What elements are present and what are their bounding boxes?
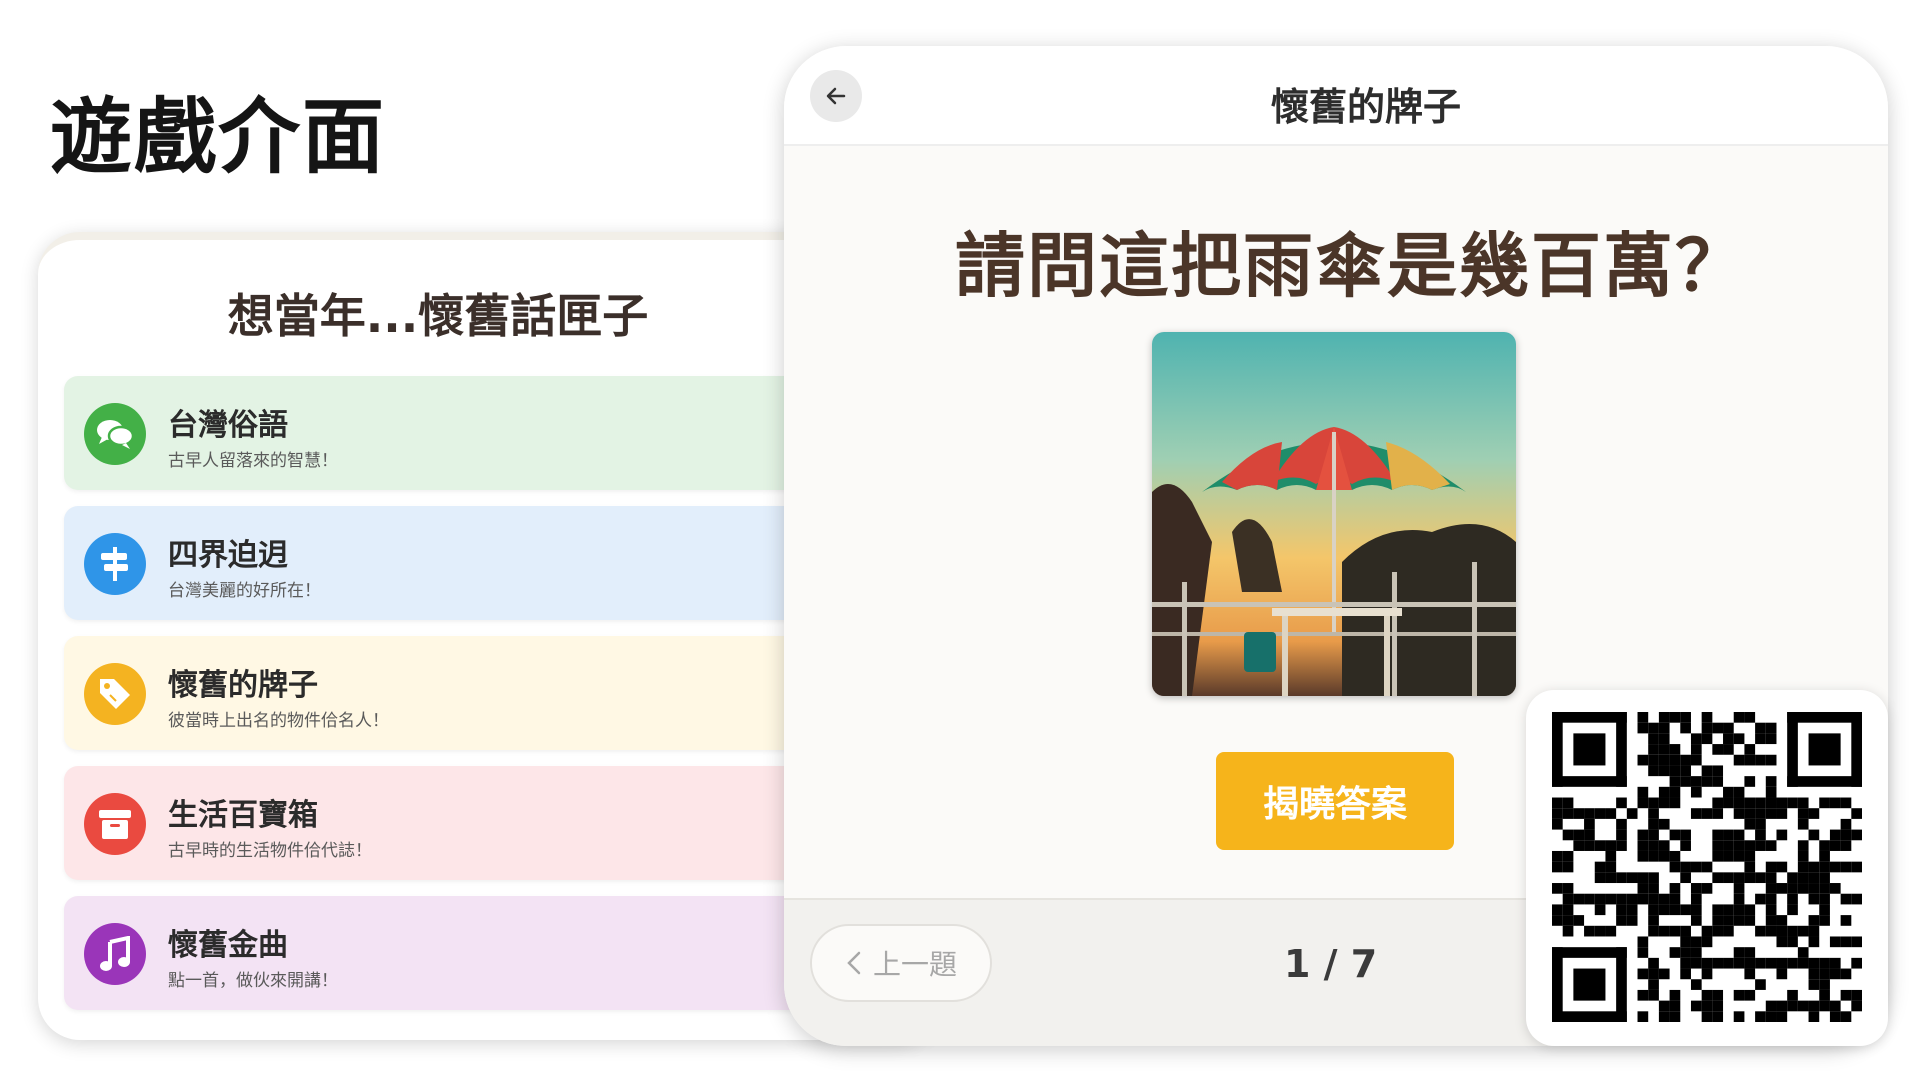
reveal-answer-button[interactable]: 揭曉答案 [1216, 752, 1454, 850]
menu-item-subtitle: 點一首，做伙來開講！ [168, 971, 338, 991]
slide-title: 遊戲介面 [50, 90, 387, 185]
menu-item-title: 懷舊金曲 [168, 928, 288, 963]
archive-box-icon [84, 793, 146, 855]
menu-item-nostalgic-brands[interactable]: 懷舊的牌子 彼當時上出名的物件佮名人！ [64, 636, 844, 750]
question-progress: 1 / 7 [1284, 942, 1378, 986]
menu-item-subtitle: 古早時的生活物件佮代誌！ [168, 841, 372, 861]
chat-bubbles-icon [84, 403, 146, 465]
menu-item-subtitle: 古早人留落來的智慧！ [168, 451, 338, 471]
slide: 遊戲介面 想當年...懷舊話匣子 台灣俗語 古早人留落來的智慧！ 四界迫迌 台灣… [0, 0, 1920, 1080]
menu-item-travel[interactable]: 四界迫迌 台灣美麗的好所在！ [64, 506, 844, 620]
game-header: 懷舊的牌子 [784, 46, 1888, 146]
menu-item-title: 台灣俗語 [168, 408, 288, 443]
qr-code-icon [1552, 712, 1862, 1022]
menu-item-subtitle: 台灣美麗的好所在！ [168, 581, 321, 601]
menu-item-title: 生活百寶箱 [168, 798, 318, 833]
tag-icon [84, 663, 146, 725]
menu-item-title: 懷舊的牌子 [168, 668, 318, 703]
menu-title: 想當年...懷舊話匣子 [227, 289, 649, 343]
game-header-title: 懷舊的牌子 [1270, 85, 1461, 129]
signpost-icon [84, 533, 146, 595]
menu-item-title: 四界迫迌 [168, 538, 288, 573]
music-note-icon [84, 923, 146, 985]
chevron-left-icon [847, 951, 861, 975]
previous-question-label: 上一題 [872, 948, 957, 981]
previous-question-button[interactable]: 上一題 [810, 924, 992, 1002]
menu-item-life-treasure-box[interactable]: 生活百寶箱 古早時的生活物件佮代誌！ [64, 766, 844, 880]
menu-item-golden-oldies[interactable]: 懷舊金曲 點一首，做伙來開講！ [64, 896, 844, 1010]
qr-code-card [1526, 690, 1888, 1046]
menu-item-subtitle: 彼當時上出名的物件佮名人！ [168, 711, 389, 731]
question-text: 請問這把雨傘是幾百萬？ [955, 225, 1747, 307]
question-image [1152, 332, 1516, 696]
menu-item-taiwan-proverbs[interactable]: 台灣俗語 古早人留落來的智慧！ [64, 376, 844, 490]
